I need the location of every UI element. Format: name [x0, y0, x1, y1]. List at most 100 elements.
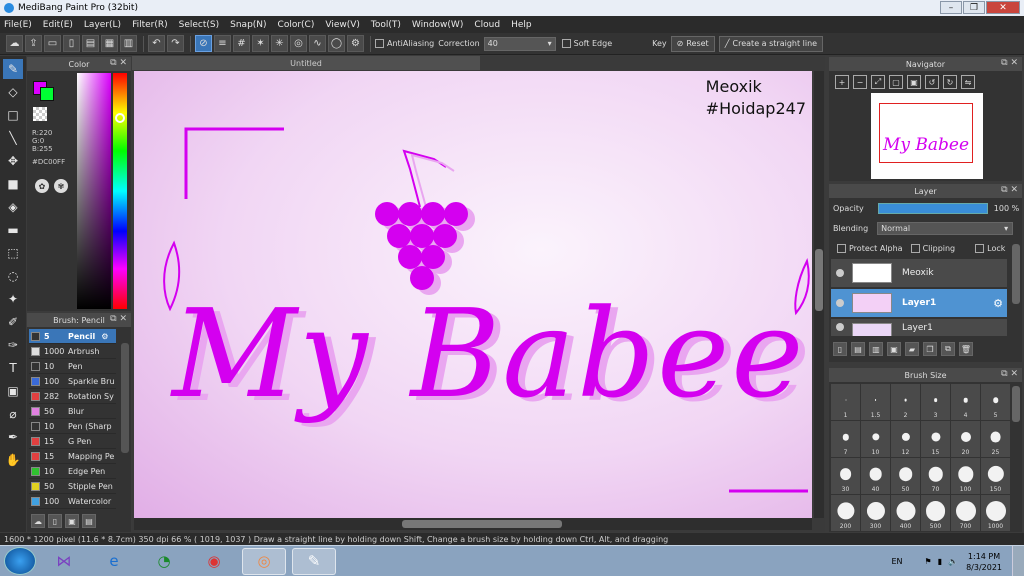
brush-size-cell[interactable]: 1 — [831, 384, 860, 420]
brush-list-scrollbar[interactable] — [121, 343, 129, 453]
cloud-icon[interactable]: ☁ — [6, 35, 23, 52]
brush-item[interactable]: 15 Mapping Pe — [29, 449, 116, 464]
brush-size-scrollbar[interactable] — [1012, 386, 1020, 422]
volume-icon[interactable]: 🔈 — [948, 557, 958, 566]
brush-item[interactable]: 50 Blur — [29, 404, 116, 419]
brush-size-cell[interactable]: 5 — [981, 384, 1010, 420]
panel-pin-icon[interactable]: ⧉ ✕ — [110, 58, 127, 68]
brush-size-cell[interactable]: 30 — [831, 458, 860, 494]
select-rect-tool-icon[interactable]: ⬚ — [3, 243, 23, 263]
blending-select[interactable]: Normal ▾ — [877, 221, 1014, 235]
brush-size-cell[interactable]: 10 — [861, 421, 890, 457]
chrome-icon[interactable]: ◉ — [192, 548, 236, 575]
eyedropper-tool-icon[interactable]: ⌀ — [3, 404, 23, 424]
dot-tool-icon[interactable]: □ — [3, 105, 23, 125]
new-8bit-layer-icon[interactable]: ▥ — [869, 342, 883, 356]
horizontal-scroll-thumb[interactable] — [402, 520, 562, 528]
brush-item[interactable]: 50 Stipple Pen — [29, 479, 116, 494]
transparent-color-swatch[interactable] — [33, 107, 47, 121]
ellipse-snap-icon[interactable]: ◯ — [328, 35, 345, 52]
new-folder-icon[interactable]: ▰ — [905, 342, 919, 356]
brush-size-cell[interactable]: 40 — [861, 458, 890, 494]
material-icon[interactable]: ▦ — [101, 35, 118, 52]
navigator-thumbnail[interactable]: My Babee — [871, 93, 983, 179]
panel-pin-icon[interactable]: ⧉ ✕ — [1001, 58, 1018, 68]
panel-pin-icon[interactable]: ⧉ ✕ — [1001, 185, 1018, 195]
brush-item[interactable]: 10 Edge Pen — [29, 464, 116, 479]
brush-item[interactable]: 282 Rotation Sy — [29, 389, 116, 404]
new-file-icon[interactable]: ▯ — [63, 35, 80, 52]
zoom-fit-icon[interactable]: ⤢ — [871, 75, 885, 89]
new-brush-icon[interactable]: ▯ — [48, 514, 62, 528]
start-button[interactable] — [4, 547, 36, 575]
actual-size-icon[interactable]: ▢ — [889, 75, 903, 89]
circle-snap-icon[interactable]: ◎ — [290, 35, 307, 52]
visual-studio-icon[interactable]: ⋈ — [42, 548, 86, 575]
brush-size-cell[interactable]: 3 — [921, 384, 950, 420]
menu-filter[interactable]: Filter(R) — [132, 20, 168, 30]
hue-slider-handle[interactable] — [115, 113, 125, 123]
comment-icon[interactable]: ▭ — [44, 35, 61, 52]
vertical-scroll-thumb[interactable] — [815, 249, 823, 311]
paint-app-icon[interactable]: ✎ — [292, 547, 336, 575]
opacity-slider[interactable] — [877, 202, 988, 214]
menu-color[interactable]: Color(C) — [278, 20, 315, 30]
new-halftone-layer-icon[interactable]: ▤ — [851, 342, 865, 356]
brush-size-cell[interactable]: 300 — [861, 495, 890, 531]
document-tab[interactable]: Untitled — [132, 56, 480, 70]
layer-item-layer1-selected[interactable]: Layer1 ⚙ — [831, 289, 1007, 318]
menu-file[interactable]: File(E) — [4, 20, 32, 30]
menu-edit[interactable]: Edit(E) — [43, 20, 73, 30]
brush-size-cell[interactable]: 200 — [831, 495, 860, 531]
menu-select[interactable]: Select(S) — [179, 20, 220, 30]
grid-snap-icon[interactable]: # — [233, 35, 250, 52]
visibility-eye-icon[interactable] — [836, 269, 844, 277]
soft-edge-checkbox[interactable] — [561, 39, 571, 48]
brush-size-cell[interactable]: 1.5 — [861, 384, 890, 420]
flip-icon[interactable]: ⇋ — [961, 75, 975, 89]
hand-tool-icon[interactable]: ✋ — [3, 450, 23, 470]
brush-size-cell[interactable]: 150 — [981, 458, 1010, 494]
visibility-eye-icon[interactable] — [836, 323, 844, 331]
text-tool-icon[interactable]: T — [3, 358, 23, 378]
minimize-button[interactable]: – — [940, 1, 962, 14]
settings-icon[interactable]: ⚙ — [347, 35, 364, 52]
rotate-left-icon[interactable]: ↺ — [925, 75, 939, 89]
share-icon[interactable]: ⇪ — [25, 35, 42, 52]
brush-size-cell[interactable]: 7 — [831, 421, 860, 457]
fill-tool-icon[interactable]: ■ — [3, 174, 23, 194]
menu-tool[interactable]: Tool(T) — [371, 20, 401, 30]
brush-size-cell[interactable]: 70 — [921, 458, 950, 494]
rotate-right-icon[interactable]: ↻ — [943, 75, 957, 89]
eraser-tool-icon[interactable]: ◇ — [3, 82, 23, 102]
network-icon[interactable]: ▮ — [938, 557, 942, 566]
internet-explorer-icon[interactable]: e — [92, 548, 136, 575]
save-icon[interactable]: ▤ — [82, 35, 99, 52]
brush-size-cell[interactable]: 15 — [921, 421, 950, 457]
palette-add-icon[interactable]: ✾ — [54, 179, 68, 193]
flag-icon[interactable]: ⚑ — [925, 557, 932, 566]
menu-snap[interactable]: Snap(N) — [230, 20, 266, 30]
operation-tool-icon[interactable]: ▣ — [3, 381, 23, 401]
show-desktop-button[interactable] — [1012, 546, 1024, 576]
coccoc-browser-icon[interactable]: ◔ — [142, 548, 186, 575]
brush-item[interactable]: 100 Watercolor — [29, 494, 116, 509]
menu-help[interactable]: Help — [511, 20, 532, 30]
snap-off-icon[interactable]: ⊘ — [195, 35, 212, 52]
artboard[interactable]: My Babee Meoxik #Hoidap247 — [134, 71, 812, 518]
menu-layer[interactable]: Layer(L) — [84, 20, 121, 30]
menu-window[interactable]: Window(W) — [412, 20, 463, 30]
layer-list-scrollbar[interactable] — [1012, 244, 1020, 304]
magic-wand-tool-icon[interactable]: ✦ — [3, 289, 23, 309]
protect-alpha-checkbox[interactable] — [837, 243, 846, 253]
background-color-swatch[interactable] — [40, 87, 54, 101]
saturation-value-picker[interactable] — [77, 73, 111, 309]
palette-icon[interactable]: ✿ — [35, 179, 49, 193]
add-brush-icon[interactable]: ▣ — [65, 514, 79, 528]
brush-item[interactable]: 5 Pencil ⚙ — [29, 329, 116, 344]
gear-icon[interactable]: ⚙ — [101, 332, 108, 341]
brush-size-cell[interactable]: 20 — [951, 421, 980, 457]
horizontal-scrollbar[interactable] — [134, 518, 812, 530]
brush-size-cell[interactable]: 50 — [891, 458, 920, 494]
hue-slider[interactable] — [113, 73, 127, 309]
